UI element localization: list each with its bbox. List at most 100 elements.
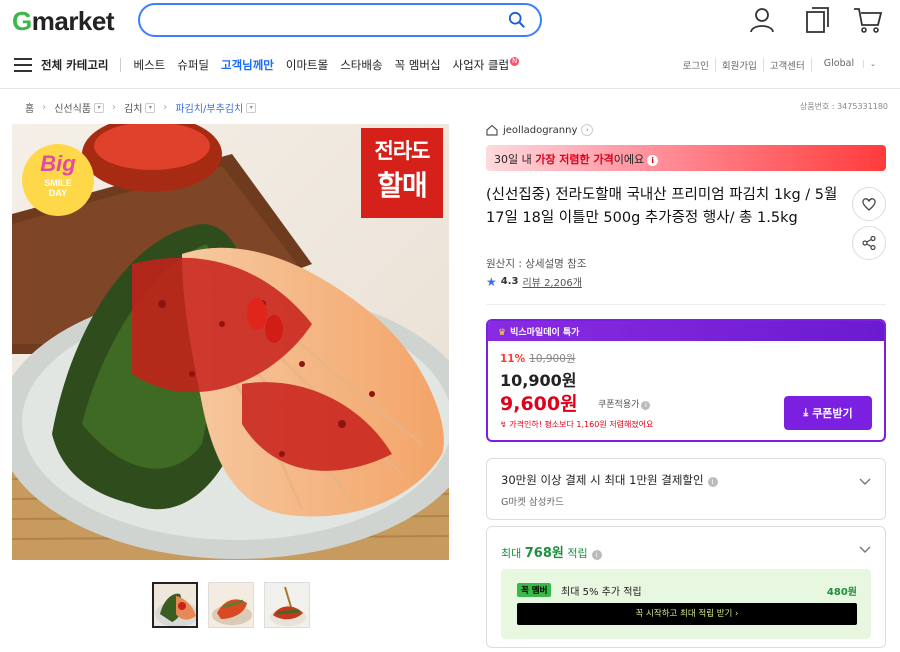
nav-emart-mall[interactable]: 이마트몰 (286, 57, 328, 73)
login-link[interactable]: 로그인 (677, 58, 715, 72)
product-main-image[interactable]: Big SMILE DAY 전라도 할매 (12, 124, 449, 560)
share-icon (862, 235, 876, 251)
user-icon[interactable] (746, 4, 778, 36)
membership-panel: 꼭 멤버 최대 5% 추가 적립 480원 꼭 시작하고 최대 적립 받기 › (501, 569, 871, 639)
search-input[interactable] (138, 3, 542, 37)
util-links: 로그인 회원가입 고객센터 Global ⌄ (677, 58, 888, 72)
header-divider (0, 88, 900, 89)
breadcrumb: 홈 › 신선식품 ▾ › 김치 ▾ › 파김치/부추김치 ▾ (25, 100, 257, 115)
points-title-pre: 최대 (501, 547, 525, 560)
card-discount-title: 30만원 이상 결제 시 최대 1만원 결제할인 i (501, 472, 718, 488)
origin-info: 원산지 : 상세설명 참조 (486, 258, 587, 270)
crown-icon: ♛ (498, 328, 507, 338)
get-coupon-label: 쿠폰받기 (812, 407, 853, 420)
chevron-down-icon[interactable]: ▾ (94, 102, 105, 113)
coupon-label-text: 쿠폰적용가 (598, 400, 640, 410)
info-icon[interactable]: i (641, 401, 651, 410)
promo-header: ♛ 빅스마일데이 특가 (488, 321, 884, 341)
stamp-line-2: 할매 (377, 169, 428, 202)
info-icon[interactable]: i (707, 477, 718, 487)
membership-text: 최대 5% 추가 적립 (561, 587, 642, 598)
store-link[interactable]: jeolladogranny › (486, 124, 594, 136)
coupon-price-label: 쿠폰적용가 i (598, 397, 651, 410)
section-divider (486, 304, 886, 305)
menu-icon[interactable] (14, 58, 32, 72)
price-drop-note: ↯ 가격인하! 평소보다 1,160원 저렴해졌어요 (500, 419, 653, 430)
breadcrumb-separator: › (163, 102, 168, 113)
nav-business-club-label: 사업자 클럽 (452, 58, 510, 72)
chevron-down-icon: ⌄ (863, 60, 882, 68)
nav-star-delivery[interactable]: 스타배송 (340, 57, 382, 73)
nav-for-you[interactable]: 고객님께만 (221, 57, 274, 73)
product-number: 상품번호 : 3475331180 (799, 102, 888, 111)
global-select[interactable]: Global ⌄ (810, 58, 888, 72)
rating-value: 4.3 (500, 276, 519, 287)
price-drop-text: 가격인하! 평소보다 1,160원 저렴해졌어요 (509, 420, 654, 429)
logo-text: market (31, 6, 115, 36)
thumbnail-2[interactable] (208, 582, 254, 628)
original-price: 10,900원 (529, 353, 576, 365)
banner-text-post: 이에요 (613, 153, 645, 166)
chevron-right-icon: › (581, 124, 594, 136)
logo-letter: G (12, 6, 32, 36)
info-icon[interactable]: i (647, 155, 659, 166)
breadcrumb-fresh[interactable]: 신선식품 (54, 100, 91, 115)
customer-center-link[interactable]: 고객센터 (762, 58, 811, 72)
chevron-down-icon[interactable] (859, 475, 871, 487)
breadcrumb-green-onion-kimchi[interactable]: 파김치/부추김치 (175, 100, 243, 115)
card-discount-box[interactable]: 30만원 이상 결제 시 최대 1만원 결제할인 i G마켓 삼성카드 (486, 458, 886, 520)
lowest-price-banner: 30일 내 가장 저렴한 가격이에요 i (486, 145, 886, 171)
product-title: (신선집중) 전라도할매 국내산 프리미엄 파김치 1kg / 5월 17일 1… (486, 187, 838, 226)
breadcrumb-separator: › (112, 102, 117, 113)
thumbnail-3[interactable] (264, 582, 310, 628)
nav-divider (120, 58, 122, 72)
breadcrumb-home[interactable]: 홈 (25, 100, 34, 115)
points-amount: 768원 (524, 546, 564, 561)
new-badge: N (510, 57, 520, 66)
share-button[interactable] (852, 226, 886, 260)
copy-icon[interactable] (802, 4, 834, 36)
search-icon[interactable] (508, 11, 526, 29)
banner-text-pre: 30일 내 (494, 153, 536, 166)
stamp-line-1: 전라도 (374, 139, 431, 163)
promo-header-text: 빅스마일데이 특가 (510, 328, 580, 338)
nav-best[interactable]: 베스트 (133, 57, 165, 73)
main-nav: 전체 카테고리 베스트 슈퍼딜 고객님께만 이마트몰 스타배송 꼭 멤버십 사업… (14, 55, 531, 75)
store-icon (486, 124, 498, 136)
chevron-down-icon[interactable] (859, 543, 871, 555)
coupon-price: 9,600원 (500, 393, 578, 415)
points-box: 최대 768원 적립 i 꼭 멤버 최대 5% 추가 적립 480원 꼭 시작하고… (486, 526, 886, 648)
star-icon: ★ (486, 274, 497, 289)
review-count-link[interactable]: 리뷰 2,206개 (522, 274, 581, 289)
get-coupon-button[interactable]: ⤓ 쿠폰받기 (784, 396, 872, 430)
discount-row: 11% 10,900원 (500, 351, 576, 366)
card-name: G마켓 삼성카드 (501, 497, 564, 508)
chevron-down-icon[interactable]: ▾ (145, 102, 156, 113)
promo-price-box: ♛ 빅스마일데이 특가 11% 10,900원 10,900원 9,600원 쿠폰적… (486, 319, 886, 442)
thumbnail-1[interactable] (152, 582, 198, 628)
heart-icon (862, 198, 876, 211)
all-categories[interactable]: 전체 카테고리 (41, 57, 108, 73)
badge-smile-text: SMILE (44, 178, 72, 188)
points-title-post: 적립 (563, 547, 588, 560)
gmarket-logo[interactable]: Gmarket (12, 6, 115, 37)
banner-text-bold: 가장 저렴한 가격 (535, 153, 614, 166)
price-down-icon: ↯ (500, 420, 507, 429)
start-membership-button[interactable]: 꼭 시작하고 최대 적립 받기 › (517, 603, 857, 625)
sale-price: 10,900원 (500, 371, 577, 390)
breadcrumb-separator: › (42, 102, 47, 113)
nav-business-club[interactable]: 사업자 클럽 N (453, 57, 520, 73)
wishlist-button[interactable] (852, 187, 886, 221)
cart-icon[interactable] (852, 4, 884, 36)
store-name: jeolladogranny (503, 124, 578, 136)
breadcrumb-kimchi[interactable]: 김치 (124, 100, 142, 115)
card-discount-text: 30만원 이상 결제 시 최대 1만원 결제할인 (501, 473, 704, 487)
info-icon[interactable]: i (591, 550, 602, 560)
discount-percent: 11% (500, 353, 526, 365)
nav-membership[interactable]: 꼭 멤버십 (395, 57, 441, 73)
nav-superdeal[interactable]: 슈퍼딜 (177, 57, 209, 73)
chevron-down-icon[interactable]: ▾ (246, 102, 257, 113)
points-title: 최대 768원 적립 i (501, 542, 602, 561)
thumbnail-list (152, 582, 310, 628)
signup-link[interactable]: 회원가입 (714, 58, 763, 72)
